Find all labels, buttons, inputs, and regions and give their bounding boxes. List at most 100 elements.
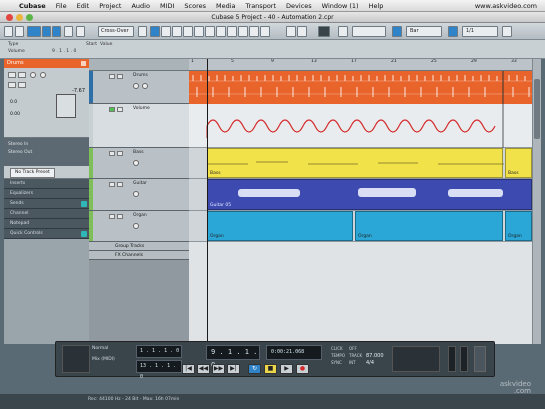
- drums-lane[interactable]: [189, 71, 532, 104]
- track-select-strip[interactable]: [89, 211, 93, 241]
- bass-event-2[interactable]: Bass: [505, 148, 532, 178]
- go-to-end-button[interactable]: ▶|: [227, 364, 240, 374]
- suspend-scroll-button[interactable]: [76, 26, 85, 37]
- master-fader[interactable]: [474, 346, 486, 372]
- menu-edit[interactable]: Edit: [72, 2, 95, 10]
- auto-scroll-button[interactable]: [64, 26, 73, 37]
- nudge-left-button[interactable]: [286, 26, 296, 37]
- inspector-section-notepad[interactable]: Notepad: [4, 219, 89, 229]
- arrange-window[interactable]: 1 5 9 13 17 21 25 29 33 Bass Bass Guitar…: [189, 59, 532, 344]
- folder-fx-channels[interactable]: FX Channels: [89, 251, 189, 260]
- inspector-section-sends[interactable]: Sends: [4, 199, 89, 209]
- track-record-icon[interactable]: [133, 83, 139, 89]
- glue-tool[interactable]: [183, 26, 193, 37]
- go-to-start-button[interactable]: |◀: [182, 364, 195, 374]
- input-routing-select[interactable]: Stereo In: [8, 141, 85, 149]
- guitar-event[interactable]: Guitar 05: [207, 179, 532, 210]
- quick-controls-icon[interactable]: [81, 231, 87, 237]
- menu-help[interactable]: Help: [364, 2, 389, 10]
- track-solo-button[interactable]: [117, 182, 123, 187]
- right-locator-display[interactable]: 13 . 1 . 1 . 0: [136, 360, 182, 380]
- menu-cubase[interactable]: Cubase: [14, 2, 51, 10]
- stop-button[interactable]: ■: [264, 364, 277, 374]
- close-icon[interactable]: [6, 14, 13, 21]
- snap-toggle-button[interactable]: [392, 26, 402, 37]
- zoom-tool[interactable]: [205, 26, 215, 37]
- record-mode-button[interactable]: [138, 26, 147, 37]
- track-name[interactable]: Drums: [133, 73, 148, 78]
- record-enable-button[interactable]: [8, 82, 16, 88]
- guitar-lane[interactable]: Guitar 05: [189, 179, 532, 211]
- track-record-icon[interactable]: [133, 191, 139, 197]
- track-name[interactable]: Guitar: [133, 181, 147, 186]
- inspector-track-header[interactable]: Drums: [4, 59, 89, 68]
- constrain-delay-button[interactable]: [15, 26, 24, 37]
- track-row-organ[interactable]: Organ: [89, 211, 189, 242]
- cycle-mode-label[interactable]: Mix (MIDI): [92, 357, 115, 362]
- left-locator-display[interactable]: 1 . 1 . 1 . 0: [136, 345, 182, 358]
- minimize-icon[interactable]: [16, 14, 23, 21]
- inspector-section-equalizers[interactable]: Equalizers: [4, 189, 89, 199]
- automation-mode-select[interactable]: Cross-Over: [98, 26, 134, 37]
- cycle-button[interactable]: ↻: [248, 364, 261, 374]
- fast-forward-button[interactable]: ▶▶: [212, 364, 225, 374]
- track-row-volume-automation[interactable]: Volume: [89, 104, 189, 148]
- read-automation-icon[interactable]: [30, 72, 36, 78]
- output-routing-select[interactable]: Stereo Out: [8, 149, 85, 157]
- range-tool[interactable]: [161, 26, 171, 37]
- menu-midi[interactable]: MIDI: [155, 2, 179, 10]
- track-name[interactable]: Organ: [133, 213, 147, 218]
- inspector-section-quick-controls[interactable]: Quick Controls: [4, 229, 89, 239]
- marker-grid[interactable]: [392, 346, 440, 372]
- activate-project-button[interactable]: [4, 26, 13, 37]
- track-select-strip[interactable]: [89, 179, 93, 210]
- play-tool[interactable]: [249, 26, 259, 37]
- erase-tool[interactable]: [194, 26, 204, 37]
- sends-bypass-icon[interactable]: [81, 201, 87, 207]
- folder-group-tracks[interactable]: Group Tracks: [89, 242, 189, 251]
- infoline-toggle-button[interactable]: [42, 26, 51, 37]
- rewind-button[interactable]: ◀◀: [197, 364, 210, 374]
- track-mute-button[interactable]: [109, 214, 115, 219]
- menu-devices[interactable]: Devices: [281, 2, 317, 10]
- menu-window[interactable]: Window (1): [317, 2, 364, 10]
- record-button[interactable]: ●: [296, 364, 309, 374]
- line-tool[interactable]: [238, 26, 248, 37]
- play-button[interactable]: ▶: [280, 364, 293, 374]
- inspector-toggle-button[interactable]: [27, 26, 41, 37]
- infoline-type-value[interactable]: Volume: [8, 49, 25, 54]
- quantize-toggle-button[interactable]: [448, 26, 458, 37]
- scrollbar-thumb[interactable]: [534, 79, 540, 139]
- project-cursor[interactable]: [207, 59, 208, 344]
- menu-audio[interactable]: Audio: [126, 2, 154, 10]
- automation-write-button[interactable]: [117, 107, 123, 112]
- mute-button[interactable]: [8, 72, 16, 78]
- empty-arrange-area[interactable]: [189, 242, 532, 344]
- volume-fader[interactable]: [56, 94, 76, 118]
- delay-value[interactable]: 0.00: [10, 112, 20, 117]
- organ-event-3[interactable]: Organ: [505, 211, 532, 241]
- signature-value[interactable]: 4/4: [366, 360, 374, 366]
- draw-tool[interactable]: [227, 26, 237, 37]
- organ-lane[interactable]: Organ Organ Organ: [189, 211, 532, 242]
- vertical-scrollbar[interactable]: [532, 59, 541, 344]
- snap-mode-select[interactable]: [352, 26, 386, 37]
- split-tool[interactable]: [172, 26, 182, 37]
- track-mute-button[interactable]: [109, 74, 115, 79]
- bass-lane[interactable]: Bass Bass: [189, 148, 532, 179]
- track-select-strip[interactable]: [89, 148, 93, 178]
- track-mute-button[interactable]: [109, 182, 115, 187]
- color-select-button[interactable]: [502, 26, 512, 37]
- monitor-button[interactable]: [18, 82, 26, 88]
- volume-automation-lane[interactable]: [189, 104, 532, 148]
- automation-read-button[interactable]: [109, 107, 115, 112]
- menu-scores[interactable]: Scores: [179, 2, 211, 10]
- track-monitor-icon[interactable]: [142, 83, 148, 89]
- track-solo-button[interactable]: [117, 74, 123, 79]
- auto-select-button[interactable]: [318, 26, 330, 37]
- tempo-value[interactable]: 87.000: [366, 353, 384, 359]
- track-solo-button[interactable]: [117, 214, 123, 219]
- inspector-section-channel[interactable]: Channel: [4, 209, 89, 219]
- automation-curve[interactable]: [189, 104, 532, 148]
- grid-type-select[interactable]: Bar: [406, 26, 442, 37]
